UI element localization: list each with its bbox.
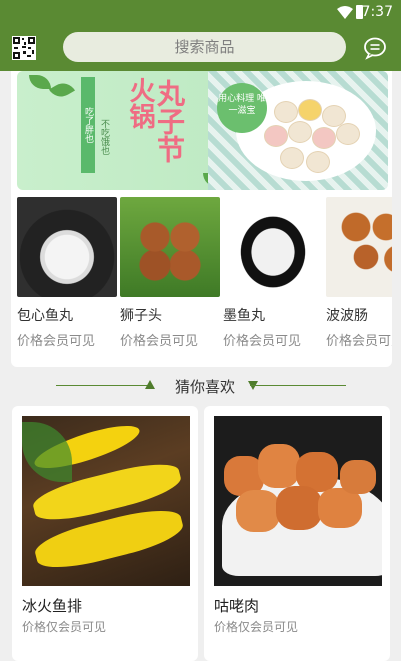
wifi-icon: [337, 6, 353, 19]
status-bar: 7:37: [0, 0, 401, 25]
pork-piece: [340, 460, 376, 494]
divider-line: [56, 385, 152, 386]
meatball: [264, 125, 288, 147]
product-price: 价格会员可见: [223, 334, 302, 349]
guess-item-image: [214, 416, 382, 586]
banner-badge: 用心料理 唯一滋宝: [217, 83, 267, 133]
recommend-title: 猜你喜欢: [174, 378, 235, 396]
product-item[interactable]: 墨鱼丸 价格会员可见: [223, 197, 323, 349]
search-input[interactable]: 搜索商品: [63, 32, 346, 62]
promo-banner[interactable]: 吃了胖也 不吃饿也 火锅 丸子节 用心料理 唯一滋宝: [17, 71, 388, 190]
meatball: [298, 99, 322, 121]
guess-item-card[interactable]: 咕咾肉 价格仅会员可见: [204, 406, 390, 661]
meatball: [312, 127, 336, 149]
meatball: [336, 123, 360, 145]
banner-title-2: 丸子节: [153, 79, 186, 163]
product-image: [326, 197, 392, 297]
pork-piece: [318, 488, 362, 528]
product-image: [223, 197, 323, 297]
guess-item-price: 价格仅会员可见: [22, 620, 107, 634]
product-item[interactable]: 狮子头 价格会员可见: [120, 197, 220, 349]
product-name: 墨鱼丸: [223, 308, 265, 324]
product-price: 价格会员可见: [120, 334, 199, 349]
recommend-divider: 猜你喜欢: [0, 374, 401, 400]
status-time: 7:37: [361, 4, 393, 20]
product-item[interactable]: 包心鱼丸 价格会员可见: [17, 197, 117, 349]
leaf-decoration: [29, 75, 51, 89]
leaf-decoration: [22, 422, 72, 482]
banner-side-text-1: 吃了胖也: [81, 77, 95, 173]
product-name: 波波肠: [326, 308, 368, 324]
top-header: 搜索商品: [0, 25, 401, 71]
product-name: 狮子头: [120, 308, 162, 324]
pork-piece: [236, 490, 280, 532]
guess-item-name: 冰火鱼排: [22, 597, 83, 615]
product-name: 包心鱼丸: [17, 308, 73, 324]
meatball: [280, 147, 304, 169]
guess-item-price: 价格仅会员可见: [214, 620, 299, 634]
product-item[interactable]: 波波肠 价格会员可见: [326, 197, 392, 349]
meatball: [288, 121, 312, 143]
pork-piece: [258, 444, 300, 488]
product-price: 价格会员可见: [17, 334, 96, 349]
divider-line: [250, 385, 346, 386]
guess-item-card[interactable]: 冰火鱼排 价格仅会员可见: [12, 406, 198, 661]
leaf-decoration: [48, 78, 76, 102]
product-scroll-list[interactable]: 包心鱼丸 价格会员可见 狮子头 价格会员可见 墨鱼丸 价格会员可见 波波肠 价格…: [17, 197, 392, 367]
pork-piece: [276, 486, 322, 530]
banner-side-text-2: 不吃饿也: [99, 119, 109, 155]
product-image: [17, 197, 117, 297]
meatball: [306, 151, 330, 173]
product-image: [120, 197, 220, 297]
message-icon[interactable]: [363, 36, 387, 60]
triangle-up-icon: [145, 380, 155, 389]
product-price: 价格会员可见: [326, 334, 392, 349]
guess-item-name: 咕咾肉: [214, 597, 260, 615]
guess-item-image: [22, 416, 190, 586]
qr-code-icon[interactable]: [12, 36, 36, 60]
featured-card: 吃了胖也 不吃饿也 火锅 丸子节 用心料理 唯一滋宝 包心鱼丸 价格会员可见 狮…: [11, 71, 392, 367]
meatball: [274, 101, 298, 123]
